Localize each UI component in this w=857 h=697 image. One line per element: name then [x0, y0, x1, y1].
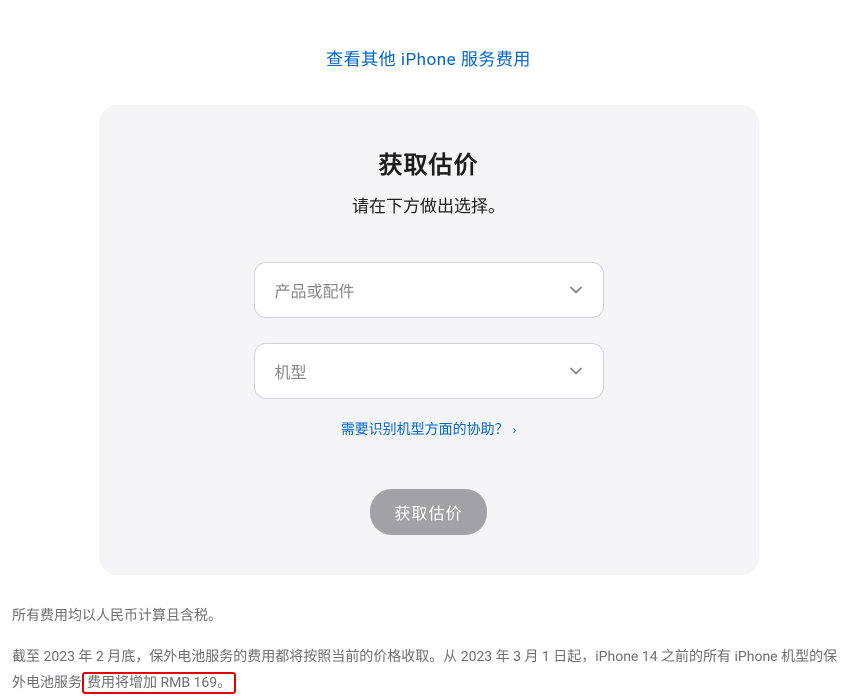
- card-title: 获取估价: [139, 145, 719, 180]
- footer-line-2: 截至 2023 年 2 月底，保外电池服务的费用都将按照当前的价格收取。从 20…: [12, 644, 845, 697]
- chevron-down-icon: [569, 364, 583, 378]
- product-select-placeholder: 产品或配件: [275, 278, 355, 302]
- footer-text: 所有费用均以人民币计算且含税。 截至 2023 年 2 月底，保外电池服务的费用…: [0, 575, 857, 697]
- chevron-down-icon: [569, 283, 583, 297]
- card-subtitle: 请在下方做出选择。: [139, 192, 719, 217]
- model-select-wrapper: 机型: [254, 343, 604, 399]
- top-link-container: 查看其他 iPhone 服务费用: [0, 0, 857, 90]
- submit-wrapper: 获取估价: [139, 489, 719, 535]
- identify-model-help-link[interactable]: 需要识别机型方面的协助？ ›: [341, 422, 517, 438]
- view-other-services-link[interactable]: 查看其他 iPhone 服务费用: [326, 50, 531, 70]
- get-estimate-button[interactable]: 获取估价: [370, 489, 486, 535]
- help-link-container: 需要识别机型方面的协助？ ›: [139, 419, 719, 439]
- model-select[interactable]: 机型: [254, 343, 604, 399]
- footer-highlight: 费用将增加 RMB 169。: [82, 672, 236, 694]
- product-select-wrapper: 产品或配件: [254, 262, 604, 318]
- chevron-right-icon: ›: [513, 423, 517, 437]
- model-select-placeholder: 机型: [275, 359, 307, 383]
- estimate-card: 获取估价 请在下方做出选择。 产品或配件 机型 需要识别机型方面的协助？ › 获取…: [99, 105, 759, 575]
- help-link-label: 需要识别机型方面的协助？: [341, 422, 509, 438]
- product-select[interactable]: 产品或配件: [254, 262, 604, 318]
- footer-line-1: 所有费用均以人民币计算且含税。: [12, 603, 845, 630]
